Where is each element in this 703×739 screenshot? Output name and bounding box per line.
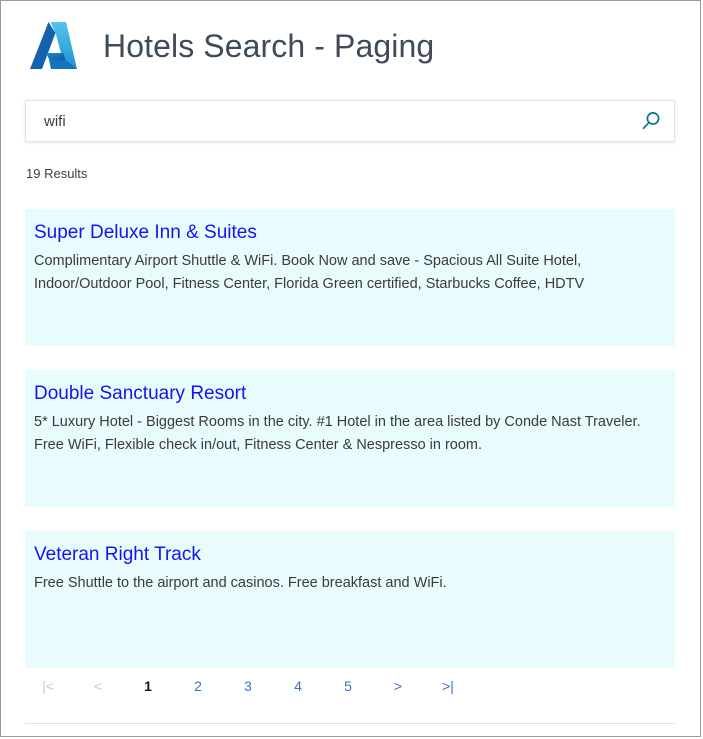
result-card: Double Sanctuary Resort 5* Luxury Hotel … [25,370,675,507]
result-card: Super Deluxe Inn & Suites Complimentary … [25,209,675,346]
pagination-page-3[interactable]: 3 [223,676,273,696]
pagination-first-page: |< [42,678,54,694]
results-count: 19 Results [26,166,88,181]
pagination-page-4[interactable]: 4 [273,676,323,696]
search-input[interactable] [26,101,628,141]
app-window: Hotels Search - Paging 19 Results Super … [0,0,701,737]
result-title-link[interactable]: Double Sanctuary Resort [34,380,659,408]
result-title-link[interactable]: Super Deluxe Inn & Suites [34,219,659,247]
pagination-previous-page: < [93,678,103,694]
pagination-next-page[interactable]: > [373,676,423,696]
page-title: Hotels Search - Paging [103,28,435,65]
pagination-page-2[interactable]: 2 [173,676,223,696]
result-description: 5* Luxury Hotel - Biggest Rooms in the c… [34,413,641,454]
footer-divider [25,723,675,724]
result-title-link[interactable]: Veteran Right Track [34,541,659,569]
result-description: Complimentary Airport Shuttle & WiFi. Bo… [34,252,585,293]
search-icon [640,110,662,132]
pagination-last-page[interactable]: >| [423,676,473,696]
pagination-page-1: 1 [144,678,152,694]
pagination: |< < 1 2 3 4 5 > >| [23,673,663,699]
azure-logo-icon [25,19,81,75]
search-button[interactable] [628,101,674,141]
results-list: Super Deluxe Inn & Suites Complimentary … [25,209,675,692]
search-bar[interactable] [25,100,675,142]
result-description: Free Shuttle to the airport and casinos.… [34,574,447,591]
app-header: Hotels Search - Paging [25,11,675,83]
pagination-page-5[interactable]: 5 [323,676,373,696]
result-card: Veteran Right Track Free Shuttle to the … [25,531,675,668]
